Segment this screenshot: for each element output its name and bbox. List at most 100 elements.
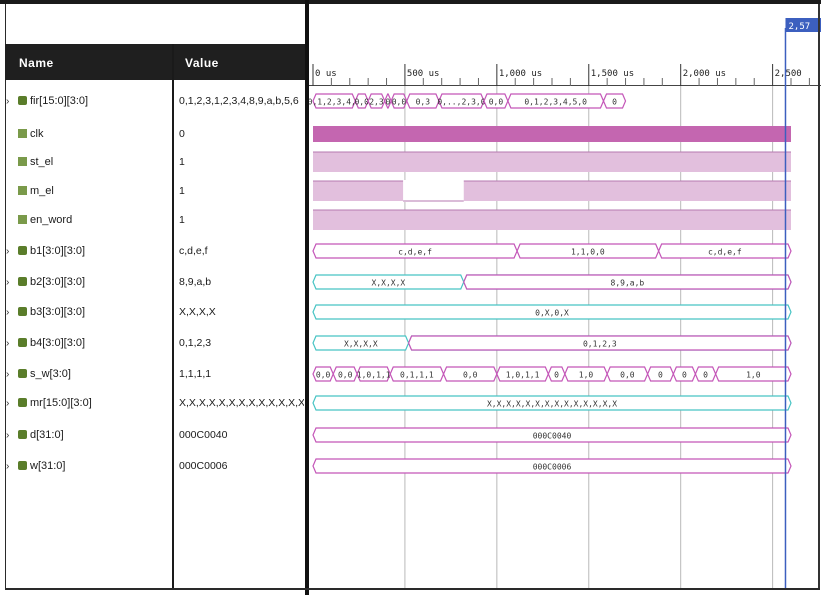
bus-signal-icon [18, 338, 27, 347]
waveform-pane[interactable]: 0 us 500 us 1,000 us 1,500 us 2,000 us 2,500 0… [308, 4, 821, 589]
signal-value: 000C0040 [179, 429, 228, 441]
expand-chevron-icon[interactable]: › [6, 307, 9, 318]
bus-value-label: 0,1,2,3,4,5 [309, 98, 361, 107]
signal-name-label: b2[3:0][3:0] [30, 276, 86, 288]
ruler-tick-label: 1,000 us [499, 69, 542, 79]
signal-name-label: clk [30, 128, 44, 140]
signal-name[interactable]: mr[15:0][3:0] [18, 397, 92, 409]
value-column-header[interactable]: Value [185, 56, 219, 70]
bit-waveform [313, 181, 791, 201]
signal-name[interactable]: s_w[3:0] [18, 368, 71, 380]
bus-value-label: 0 [554, 371, 559, 380]
signal-name-label: fir[15:0][3:0] [30, 95, 89, 107]
expand-chevron-icon[interactable]: › [6, 246, 9, 257]
expand-chevron-icon[interactable]: › [6, 338, 9, 349]
bus-value-label: 0,0 [338, 371, 353, 380]
column-separator[interactable] [172, 44, 174, 589]
bus-value-label: 8,9,a,b [611, 279, 645, 288]
bus-signal-icon [18, 277, 27, 286]
bus-signal-icon [18, 398, 27, 407]
signal-value: 1 [179, 185, 185, 197]
signal-name[interactable]: st_el [18, 156, 53, 168]
bus-value-label: 0,1,2,3,4,5,0 [524, 98, 587, 107]
time-ruler-blank [309, 4, 821, 48]
signal-value: 0,1,2,3 [179, 337, 212, 349]
bus-value-label: 0 [703, 371, 708, 380]
signal-name-label: m_el [30, 185, 54, 197]
signal-name[interactable]: fir[15:0][3:0] [18, 95, 88, 107]
bus-value-label: X,X,X,X [372, 279, 406, 288]
bus-value-label: 000C0006 [533, 463, 572, 472]
signal-name[interactable]: b4[3:0][3:0] [18, 337, 85, 349]
expand-chevron-icon[interactable]: › [6, 96, 9, 107]
signal-value: c,d,e,f [179, 245, 208, 257]
column-header: Name Value [5, 44, 306, 80]
bus-value-label: 0,..,2,3,0 [437, 98, 485, 107]
bit-signal-icon [18, 215, 27, 224]
bus-value-label: 0,0 [392, 98, 407, 107]
bus-value-label: 1,0 [746, 371, 761, 380]
ruler-tick-label: 1,500 us [591, 69, 634, 79]
signal-name-label: en_word [30, 214, 73, 226]
signal-value: 1 [179, 214, 185, 226]
signal-name-label: d[31:0] [30, 429, 64, 441]
signal-value: 0,1,2,3,1,2,3,4,8,9,a,b,5,6 [179, 95, 299, 107]
bus-value-label: 0 [612, 98, 617, 107]
bus-value-label: X,X,X,X [344, 340, 378, 349]
signal-value: X,X,X,X,X,X,X,X,X,X,X,X,X,X [179, 397, 304, 409]
signal-name[interactable]: b2[3:0][3:0] [18, 276, 85, 288]
signal-value: 000C0006 [179, 460, 228, 472]
bus-value-label: 0 [386, 98, 391, 107]
waveform-viewer: Name Value › fir[15:0][3:0] 0,1,2,3,1,2,3,… [0, 0, 821, 595]
bit-waveform [313, 152, 791, 172]
bus-value-label: c,d,e,f [708, 248, 742, 257]
bus-value-label: 0,0 [354, 98, 369, 107]
clock-waveform [313, 126, 791, 142]
bus-value-label: 0,0 [620, 371, 635, 380]
expand-chevron-icon[interactable]: › [6, 430, 9, 441]
cursor-time-label: 2,57 [788, 22, 810, 32]
bus-value-label: 0 [658, 371, 663, 380]
signal-name-label: mr[15:0][3:0] [30, 397, 92, 409]
signal-name-label: w[31:0] [30, 460, 66, 472]
signal-value: 1,1,1,1 [179, 368, 212, 380]
bit-signal-icon [18, 186, 27, 195]
signal-name[interactable]: w[31:0] [18, 460, 65, 472]
bus-signal-icon [18, 246, 27, 255]
time-ruler [309, 48, 821, 86]
bus-value-label: 0,0 [489, 98, 504, 107]
signal-value: 1 [179, 156, 185, 168]
ruler-tick-label: 2,000 us [683, 69, 726, 79]
bus-signal-icon [18, 430, 27, 439]
bus-value-label: 0,0 [463, 371, 478, 380]
signal-name-label: b3[3:0][3:0] [30, 306, 86, 318]
bit-waveform [313, 210, 791, 230]
bottom-border [5, 588, 820, 590]
bus-value-label: 0,1,2,3 [583, 340, 617, 349]
bus-value-label: c,d,e,f [398, 248, 432, 257]
expand-chevron-icon[interactable]: › [6, 398, 9, 409]
bus-value-label: 1,0 [579, 371, 594, 380]
expand-chevron-icon[interactable]: › [6, 369, 9, 380]
bit-signal-icon [18, 129, 27, 138]
signal-name[interactable]: b3[3:0][3:0] [18, 306, 85, 318]
bus-value-label: 0,0 [316, 371, 331, 380]
bus-value-label: 0,1,1,1 [400, 371, 434, 380]
expand-chevron-icon[interactable]: › [6, 277, 9, 288]
expand-chevron-icon[interactable]: › [6, 461, 9, 472]
name-column-header[interactable]: Name [19, 56, 54, 70]
left-border [5, 4, 6, 589]
signal-name[interactable]: clk [18, 128, 43, 140]
bus-value-label: 1,1,0,0 [571, 248, 605, 257]
signal-value: 8,9,a,b [179, 276, 212, 288]
signal-name[interactable]: m_el [18, 185, 54, 197]
bus-value-label: 2,3 [369, 98, 384, 107]
signal-name[interactable]: d[31:0] [18, 429, 64, 441]
waveform-canvas[interactable]: 0 us 500 us 1,000 us 1,500 us 2,000 us 2,500 0… [308, 4, 821, 589]
signal-name[interactable]: b1[3:0][3:0] [18, 245, 85, 257]
ruler-tick-label: 500 us [407, 69, 440, 79]
signal-name[interactable]: en_word [18, 214, 72, 226]
bus-signal-icon [18, 461, 27, 470]
bus-value-label: 0,3 [416, 98, 431, 107]
signal-name-label: b1[3:0][3:0] [30, 245, 86, 257]
